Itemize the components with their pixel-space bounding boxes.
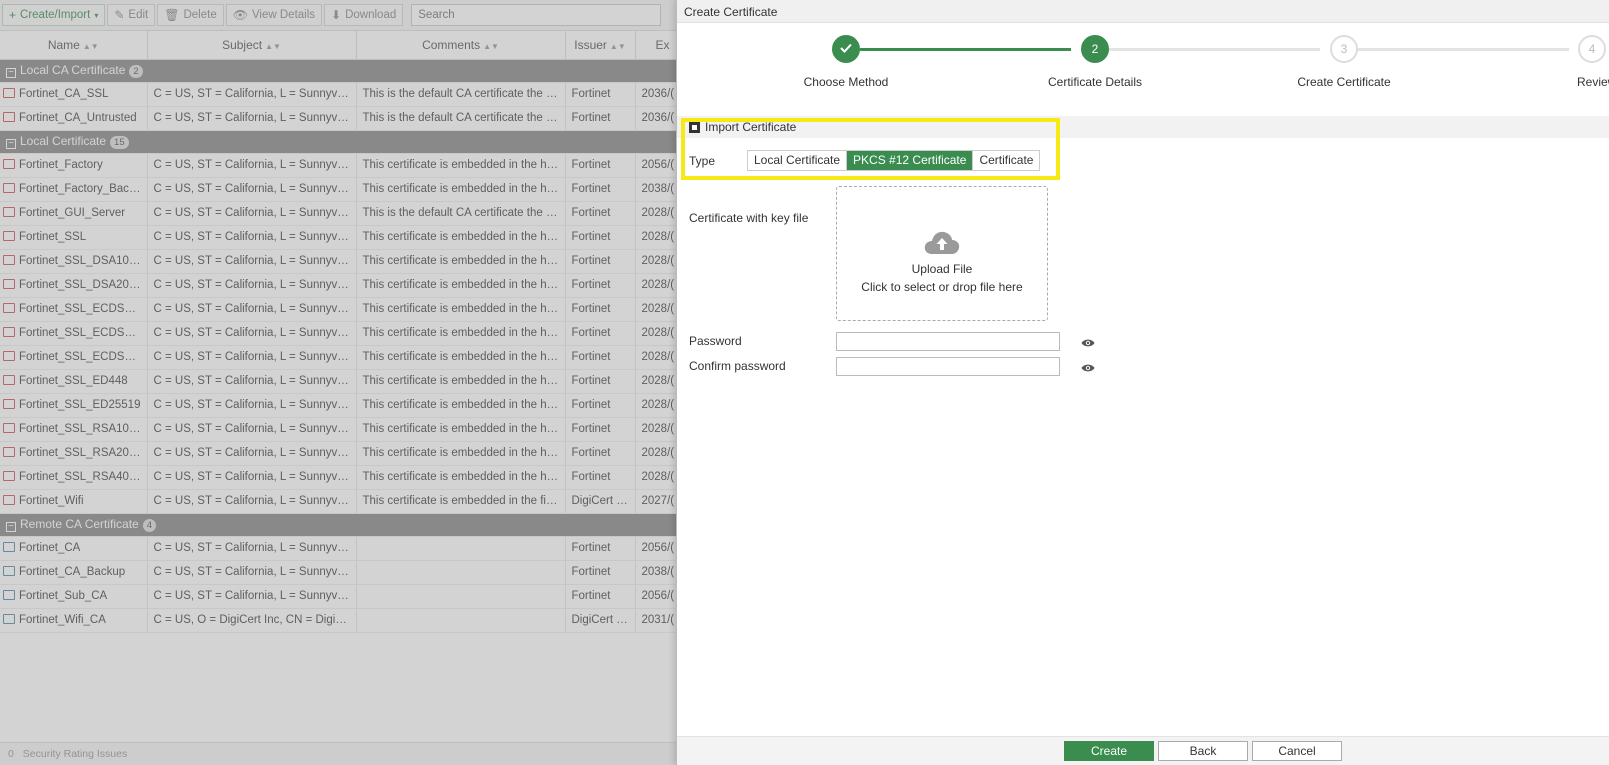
import-icon — [689, 121, 700, 133]
cert-key-file-label: Certificate with key file — [689, 211, 809, 225]
wizard-stepper: 2 3 4 Choose Method Certificate Details … — [677, 23, 1609, 115]
step-connector-3-4 — [1346, 48, 1569, 51]
create-button[interactable]: Create — [1064, 741, 1154, 761]
modal-overlay[interactable] — [0, 0, 676, 765]
show-password-eye-icon[interactable] — [1081, 338, 1095, 348]
step-2-label: Certificate Details — [1047, 75, 1143, 89]
type-option-certificate[interactable]: Certificate — [973, 151, 1040, 170]
type-label: Type — [689, 153, 716, 168]
step-connector-1-2 — [860, 48, 1071, 51]
type-option-pkcs12-certificate[interactable]: PKCS #12 Certificate — [847, 151, 974, 170]
type-row: Type Local Certificate PKCS #12 Certific… — [689, 150, 1041, 171]
type-option-local-certificate[interactable]: Local Certificate — [748, 151, 848, 170]
cancel-button[interactable]: Cancel — [1252, 741, 1342, 761]
step-1-circle — [832, 35, 860, 63]
step-4-label: Review — [1577, 75, 1609, 89]
step-2-circle: 2 — [1081, 35, 1109, 63]
dialog-title: Create Certificate — [677, 0, 1609, 23]
type-selector: Local Certificate PKCS #12 Certificate C… — [747, 150, 1041, 171]
dialog-footer: Create Back Cancel — [677, 736, 1609, 765]
upload-title: Upload File — [911, 262, 973, 276]
show-confirm-password-eye-icon[interactable] — [1081, 363, 1095, 373]
cloud-upload-icon — [837, 229, 1047, 258]
file-upload-dropzone[interactable]: Upload File Click to select or drop file… — [836, 186, 1048, 321]
password-input[interactable] — [836, 332, 1060, 351]
confirm-password-label: Confirm password — [689, 359, 786, 373]
upload-subtitle: Click to select or drop file here — [861, 280, 1023, 294]
back-button[interactable]: Back — [1158, 741, 1248, 761]
checkmark-icon — [840, 43, 852, 53]
step-3-label: Create Certificate — [1297, 75, 1391, 89]
create-certificate-dialog: Create Certificate 2 3 4 Choose Method C… — [676, 0, 1609, 765]
password-label: Password — [689, 334, 742, 348]
import-section-header: Import Certificate — [677, 116, 1609, 138]
step-1-label: Choose Method — [803, 75, 889, 89]
step-4-circle: 4 — [1578, 35, 1606, 63]
step-3-circle: 3 — [1330, 35, 1358, 63]
section-title: Import Certificate — [705, 120, 797, 134]
step-connector-2-3 — [1097, 48, 1320, 51]
confirm-password-input[interactable] — [836, 357, 1060, 376]
